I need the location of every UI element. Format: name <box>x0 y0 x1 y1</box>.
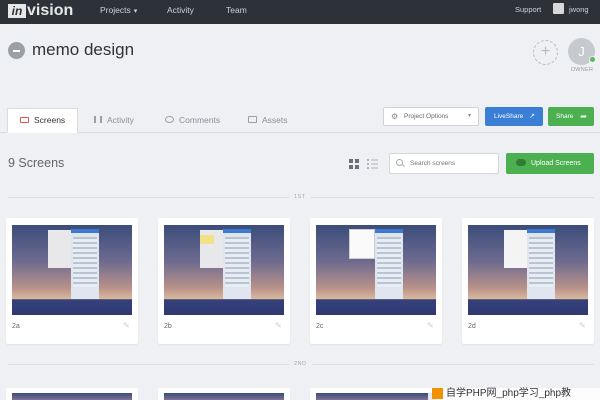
screen-thumbnail <box>164 393 284 400</box>
screen-thumbnail <box>12 393 132 400</box>
logo-in-mark: in <box>8 4 26 18</box>
external-arrow-icon: ↗ <box>529 113 535 120</box>
top-navigation-bar: in vision Projects ▾ Activity Team Suppor… <box>0 0 600 24</box>
screen-thumbnail <box>468 225 588 315</box>
project-options-label: Project Options <box>404 113 449 120</box>
screen-name: 2d <box>468 323 476 330</box>
upload-screens-button[interactable]: Upload Screens <box>506 153 594 174</box>
watermark: 自学PHP网_php学习_php教 <box>428 388 600 400</box>
screen-name: 2c <box>316 323 324 330</box>
screen-card[interactable]: 2a ✎ <box>6 218 138 344</box>
tab-screens[interactable]: Screens <box>7 108 79 133</box>
screen-thumbnail <box>164 225 284 315</box>
logo-wordmark: vision <box>27 2 74 19</box>
folder-icon <box>248 116 257 124</box>
watermark-logo-icon <box>432 388 443 399</box>
pencil-icon[interactable]: ✎ <box>427 322 435 330</box>
nav-projects-label: Projects <box>100 5 131 15</box>
screen-name: 2a <box>12 323 20 330</box>
nav-team[interactable]: Team <box>226 4 247 16</box>
pencil-icon[interactable]: ✎ <box>275 322 283 330</box>
screen-card[interactable]: 2c ✎ <box>310 218 442 344</box>
support-link[interactable]: Support <box>515 4 541 16</box>
section-label: 2ND <box>289 361 312 367</box>
tab-activity-label: Activity <box>107 115 134 125</box>
user-avatar[interactable] <box>553 3 564 14</box>
nav-activity[interactable]: Activity <box>167 4 194 16</box>
screen-name: 2b <box>164 323 172 330</box>
section-label: 1ST <box>289 194 311 200</box>
screens-count: 9 Screens <box>8 156 65 170</box>
screen-thumbnail <box>12 225 132 315</box>
tab-screens-label: Screens <box>34 115 66 125</box>
project-icon <box>8 42 25 59</box>
screen-card[interactable]: 2d ✎ <box>462 218 594 344</box>
tab-assets[interactable]: Assets <box>248 108 288 133</box>
tab-bar-divider <box>0 132 600 133</box>
watermark-text: 自学PHP网_php学习_php教 <box>446 388 572 399</box>
gear-icon: ⚙ <box>391 112 399 121</box>
add-member-button[interactable]: + <box>533 40 558 65</box>
liveshare-button[interactable]: LiveShare ↗ <box>485 107 543 126</box>
tab-assets-label: Assets <box>262 115 288 125</box>
screen-card[interactable] <box>6 388 138 400</box>
share-button[interactable]: Share ➦ <box>548 107 594 126</box>
list-view-icon[interactable] <box>367 159 378 169</box>
screen-card[interactable]: 2b ✎ <box>158 218 290 344</box>
screen-thumbnail <box>316 393 436 400</box>
monitor-icon <box>20 116 29 123</box>
online-status-icon <box>589 56 596 63</box>
liveshare-label: LiveShare <box>494 113 524 120</box>
owner-label: OWNER <box>570 67 594 73</box>
bar-chart-icon <box>94 116 102 124</box>
search-screens-input[interactable] <box>389 153 499 174</box>
tab-comments-label: Comments <box>179 115 221 125</box>
user-menu[interactable]: jwong <box>569 4 589 16</box>
search-icon <box>396 159 403 166</box>
tab-comments[interactable]: Comments <box>165 108 220 133</box>
grid-view-icon[interactable] <box>349 159 359 169</box>
share-arrow-icon: ➦ <box>580 112 587 121</box>
cloud-upload-icon <box>516 159 526 166</box>
tab-activity[interactable]: Activity <box>94 108 134 133</box>
pencil-icon[interactable]: ✎ <box>579 322 587 330</box>
project-title: memo design <box>32 40 135 59</box>
screen-card[interactable] <box>310 388 442 400</box>
screen-thumbnail <box>316 225 436 315</box>
nav-projects[interactable]: Projects ▾ <box>100 4 137 18</box>
screen-card[interactable] <box>158 388 290 400</box>
speech-bubble-icon <box>165 116 174 124</box>
share-label: Share <box>556 113 574 120</box>
chevron-down-icon: ▾ <box>467 113 471 119</box>
chevron-down-icon: ▾ <box>133 8 138 15</box>
pencil-icon[interactable]: ✎ <box>123 322 131 330</box>
project-options-button[interactable]: ⚙ Project Options ▾ <box>383 107 479 126</box>
upload-screens-label: Upload Screens <box>531 160 581 167</box>
